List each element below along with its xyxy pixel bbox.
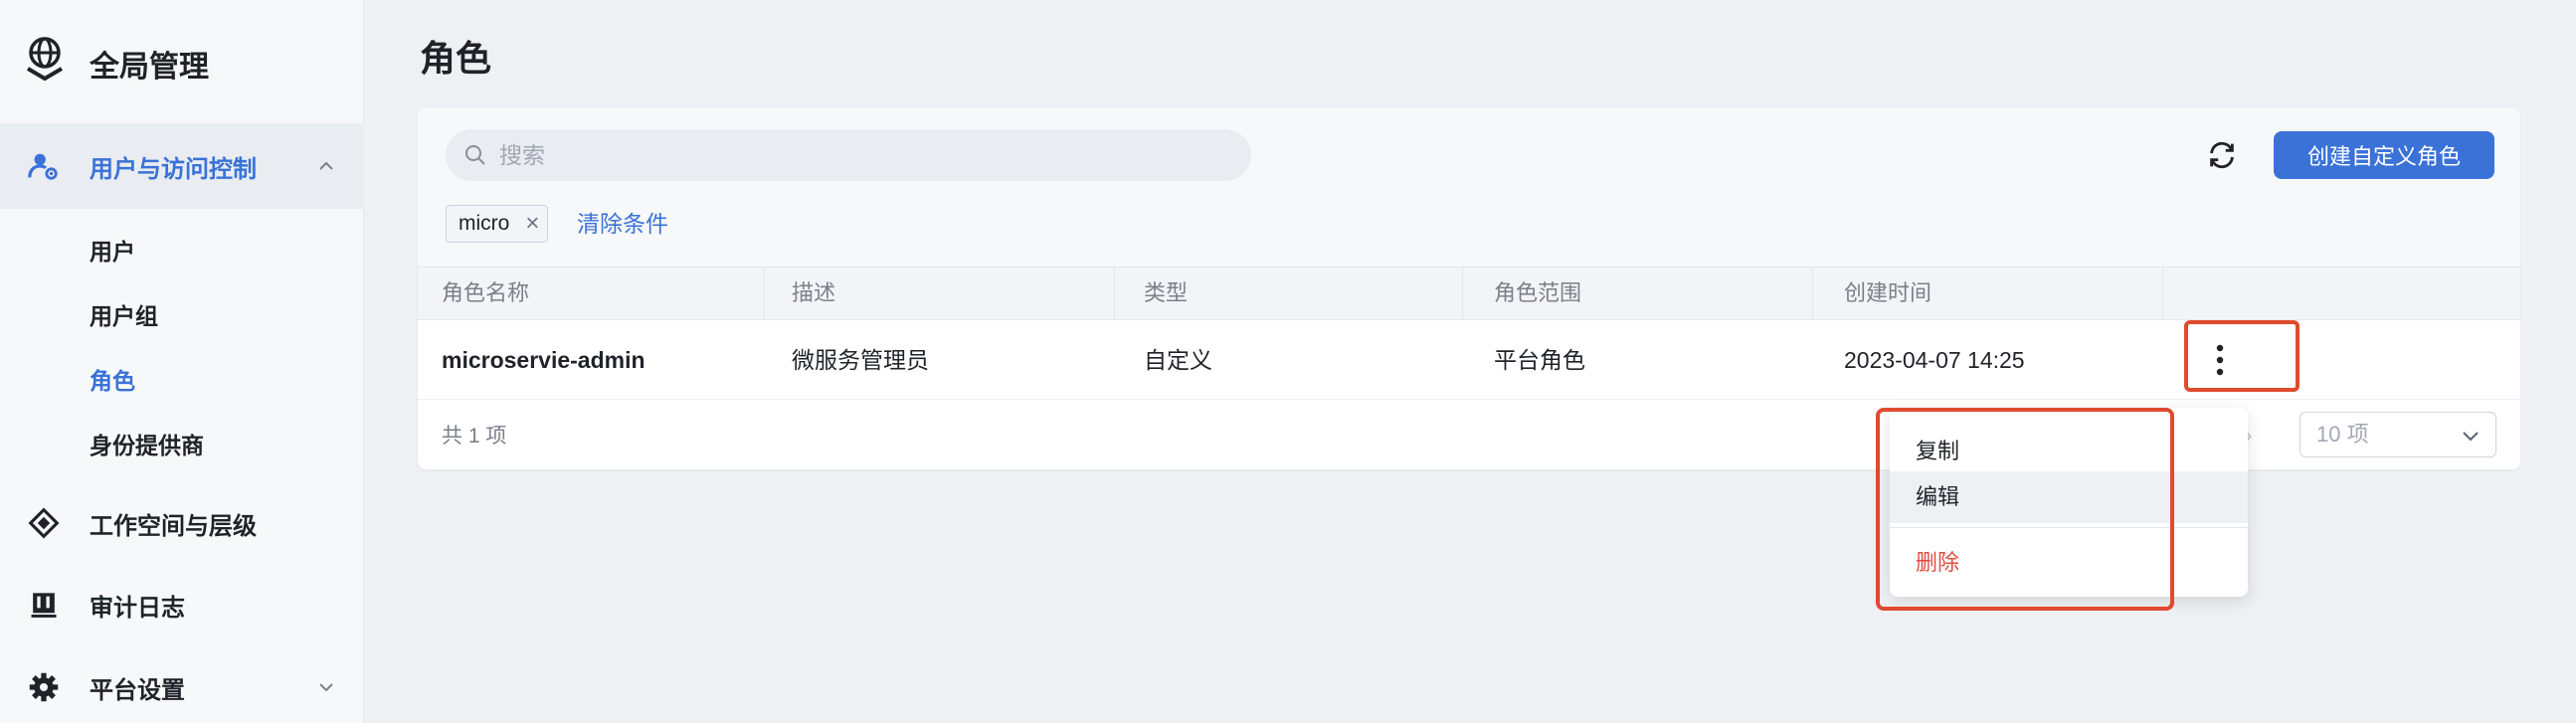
page-size-select[interactable]: 10 项: [2300, 412, 2496, 457]
user-access-icon: [26, 148, 62, 184]
filter-tag-label: micro: [459, 212, 510, 235]
sidebar-item-label: 平台设置: [90, 676, 185, 704]
create-custom-role-button[interactable]: 创建自定义角色: [2274, 131, 2494, 179]
column-header-name[interactable]: 角色名称: [442, 268, 529, 319]
column-divider: [2162, 268, 2163, 319]
brand-title: 全局管理: [90, 51, 209, 84]
scope-cell: 平台角色: [1494, 347, 1585, 373]
sidebar-item-users[interactable]: 用户: [90, 233, 135, 267]
sidebar-item-roles[interactable]: 角色: [90, 362, 135, 396]
sidebar-item-workspaces[interactable]: 工作空间与层级: [0, 493, 364, 553]
workspace-icon: [26, 505, 62, 541]
chevron-down-icon: [316, 677, 336, 697]
search-box[interactable]: [446, 129, 1251, 181]
table-header: 角色名称 描述 类型 角色范围 创建时间: [418, 267, 2520, 320]
created-cell: 2023-04-07 14:25: [1844, 347, 2025, 373]
column-divider: [1114, 268, 1115, 319]
search-icon: [465, 145, 485, 165]
type-cell: 自定义: [1144, 347, 1212, 373]
sidebar-item-identity-providers[interactable]: 身份提供商: [90, 427, 204, 460]
page-size-value: 10 项: [2316, 422, 2369, 447]
column-header-description[interactable]: 描述: [792, 268, 835, 319]
clear-filters-link[interactable]: 清除条件: [577, 205, 668, 243]
sidebar-item-label: 审计日志: [90, 594, 185, 622]
gear-icon: [26, 669, 62, 705]
role-name-cell[interactable]: microservie-admin: [442, 320, 645, 400]
annotation-highlight: [1876, 408, 2174, 611]
page-title: 角色: [420, 38, 492, 79]
brand[interactable]: 全局管理: [20, 30, 209, 90]
audit-icon: [26, 587, 62, 623]
sidebar-item-user-access[interactable]: 用户与访问控制: [0, 123, 364, 209]
annotation-highlight: [2184, 320, 2300, 392]
total-count: 共 1 项: [442, 425, 507, 448]
description-cell: 微服务管理员: [792, 347, 929, 373]
sidebar-item-platform-settings[interactable]: 平台设置: [0, 657, 364, 717]
sidebar-item-audit-logs[interactable]: 审计日志: [0, 575, 364, 634]
sidebar-item-label: 用户与访问控制: [90, 155, 257, 183]
sidebar-item-label: 工作空间与层级: [90, 512, 257, 540]
search-input[interactable]: [499, 137, 1235, 173]
toolbar: micro × 清除条件 创建自定义角色: [418, 107, 2520, 267]
column-header-scope[interactable]: 角色范围: [1494, 268, 1581, 319]
column-header-created[interactable]: 创建时间: [1844, 268, 1932, 319]
column-divider: [1462, 268, 1463, 319]
chevron-down-icon: [2463, 432, 2479, 442]
column-divider: [1812, 268, 1813, 319]
column-divider: [764, 268, 765, 319]
globe-icon: [20, 33, 70, 88]
column-header-type[interactable]: 类型: [1144, 268, 1188, 319]
close-icon[interactable]: ×: [525, 206, 539, 242]
refresh-icon: [2210, 141, 2234, 169]
filter-tag: micro ×: [446, 205, 549, 243]
refresh-button[interactable]: [2198, 131, 2246, 179]
sidebar-item-user-groups[interactable]: 用户组: [90, 297, 158, 331]
sidebar: 全局管理 用户与访问控制 用户 用户组 角色 身份提供商 工作空间与层级 审计日…: [0, 0, 364, 723]
chevron-up-icon: [316, 156, 336, 176]
